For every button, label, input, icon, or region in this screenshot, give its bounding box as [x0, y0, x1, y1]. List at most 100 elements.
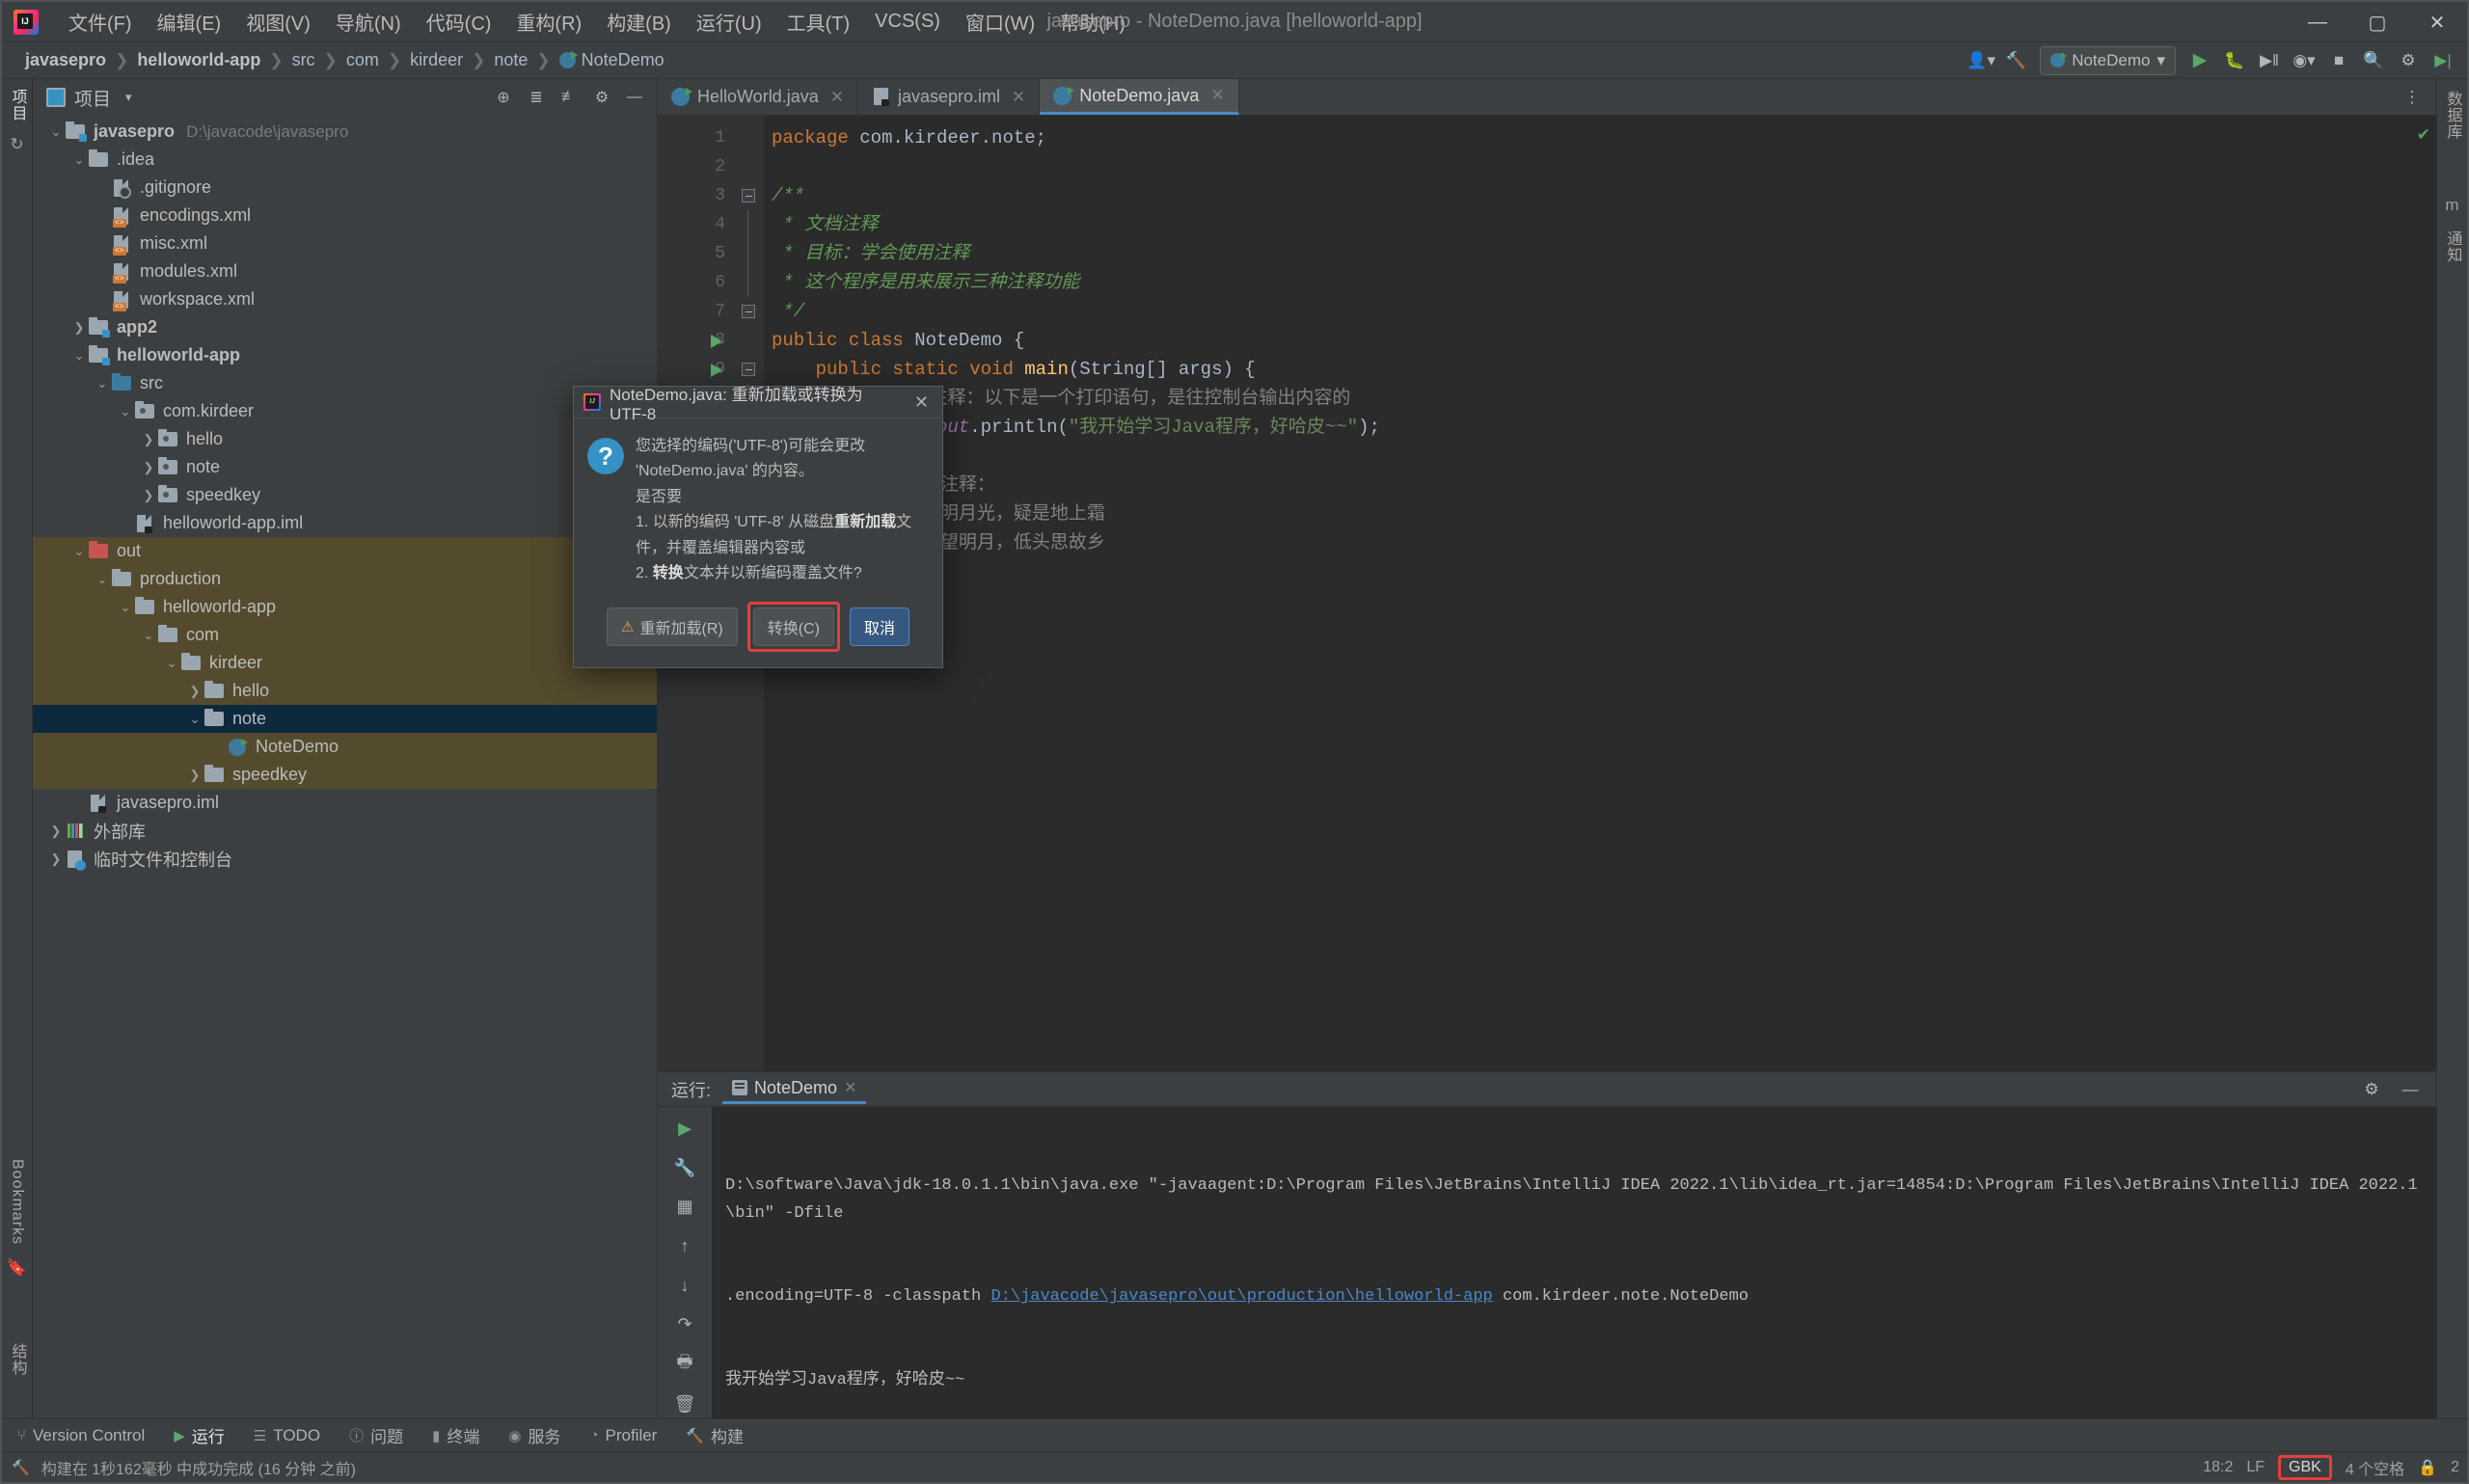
tree-row-encodings.xml[interactable]: encodings.xml: [33, 202, 657, 229]
menu-edit[interactable]: 编辑(E): [145, 4, 234, 40]
cancel-button[interactable]: 取消: [849, 607, 909, 647]
code-line[interactable]: 举头望明月，低头思故乡: [764, 528, 2409, 557]
editor-tab-notedemo[interactable]: NoteDemo.java ✕: [1040, 79, 1239, 115]
console-tab-notedemo[interactable]: NoteDemo ✕: [722, 1075, 867, 1104]
chevron-down-icon[interactable]: ⌄: [116, 600, 135, 615]
tree-row-production[interactable]: ⌄ production: [33, 565, 657, 593]
tree-row-hello[interactable]: ❯ hello: [33, 425, 657, 453]
error-count[interactable]: 2: [2451, 1459, 2459, 1476]
line-separator[interactable]: LF: [2246, 1459, 2265, 1476]
bottom-tab-todo[interactable]: ☰ TODO: [248, 1423, 326, 1448]
code-line[interactable]: [764, 152, 2409, 181]
chevron-down-icon[interactable]: ⌄: [93, 376, 112, 391]
breadcrumb-item-file[interactable]: NoteDemo: [554, 48, 670, 72]
menu-tools[interactable]: 工具(T): [774, 4, 863, 40]
strip-item-database[interactable]: 数据库: [2441, 91, 2464, 140]
code-line[interactable]: 多行注释：: [764, 471, 2409, 499]
code-line[interactable]: */: [764, 297, 2409, 326]
build-icon[interactable]: 🔨: [1999, 46, 2032, 75]
code-line[interactable]: }: [764, 586, 2409, 615]
editor-tab-javasepro-iml[interactable]: javasepro.iml ✕: [858, 79, 1041, 115]
coverage-icon[interactable]: ▶‖: [2253, 46, 2286, 75]
fold-toggle-icon[interactable]: [742, 189, 755, 202]
bottom-tab-run[interactable]: ▶ 运行: [168, 1420, 231, 1450]
run-gutter-icon[interactable]: [711, 335, 722, 348]
breadcrumb-item-com[interactable]: com: [340, 48, 385, 72]
tree-row-kirdeer[interactable]: ⌄ kirdeer: [33, 649, 657, 677]
bottom-tab-problems[interactable]: ⓘ 问题: [343, 1420, 409, 1450]
fold-toggle-icon[interactable]: [742, 363, 755, 376]
chevron-down-icon[interactable]: ⌄: [69, 544, 89, 559]
chevron-right-icon[interactable]: ❯: [139, 460, 158, 475]
close-icon[interactable]: ✕: [1210, 86, 1224, 105]
chevron-down-icon[interactable]: ⌄: [69, 152, 89, 168]
tree-row-javasepro[interactable]: ⌄ javasepro D:\javacode\javasepro: [33, 118, 657, 146]
tree-row-out[interactable]: ⌄ out: [33, 537, 657, 565]
close-icon[interactable]: ✕: [1012, 88, 1025, 107]
chevron-right-icon[interactable]: ❯: [139, 488, 158, 503]
menu-refactor[interactable]: 重构(R): [503, 4, 594, 40]
menu-vcs[interactable]: VCS(S): [862, 7, 953, 37]
tree-row-workspace.xml[interactable]: workspace.xml: [33, 285, 657, 313]
code-content[interactable]: package com.kirdeer.note; /** * 文档注释 * 目…: [764, 116, 2409, 1071]
code-line[interactable]: package com.kirdeer.note;: [764, 123, 2409, 152]
classpath-link[interactable]: D:\javacode\javasepro\out\production\hel…: [990, 1287, 1492, 1306]
chevron-right-icon[interactable]: ❯: [69, 320, 89, 336]
menu-run[interactable]: 运行(U): [684, 4, 774, 40]
hide-icon[interactable]: —: [2394, 1075, 2427, 1104]
breadcrumb-item-src[interactable]: src: [286, 48, 321, 72]
code-line[interactable]: // 单行注释：以下是一个打印语句，是往控制台输出内容的: [764, 384, 2409, 413]
chevron-down-icon[interactable]: ⌄: [139, 628, 158, 643]
tree-row-note[interactable]: ❯ note: [33, 453, 657, 481]
lock-icon[interactable]: 🔒: [2418, 1458, 2437, 1477]
code-line[interactable]: * 文档注释: [764, 210, 2409, 239]
caret-position[interactable]: 18:2: [2203, 1459, 2233, 1476]
code-line[interactable]: /**: [764, 181, 2409, 210]
bottom-tab-build[interactable]: 🔨 构建: [680, 1420, 749, 1450]
breadcrumb-item-module[interactable]: helloworld-app: [131, 48, 266, 72]
commit-icon[interactable]: ↻: [10, 135, 23, 154]
close-icon[interactable]: ✕: [844, 1078, 856, 1097]
maximize-button[interactable]: ▢: [2347, 2, 2407, 42]
chevron-down-icon[interactable]: ⌄: [162, 656, 181, 671]
strip-item-notifications[interactable]: 通知: [2441, 230, 2464, 263]
reload-button[interactable]: ⚠ 重新加载(R): [607, 607, 738, 647]
gear-icon[interactable]: ⚙: [2355, 1075, 2388, 1104]
code-line[interactable]: 床前明月光，疑是地上霜: [764, 499, 2409, 528]
strip-item-project[interactable]: 项目: [6, 89, 29, 121]
trash-icon[interactable]: 🗑: [668, 1390, 701, 1418]
profile-icon[interactable]: ◉▾: [2288, 46, 2320, 75]
project-tree[interactable]: ⌄ javasepro D:\javacode\javasepro ⌄ .idea .gi…: [33, 116, 657, 1418]
tree-row-misc.xml[interactable]: misc.xml: [33, 229, 657, 257]
fold-toggle-icon[interactable]: [742, 305, 755, 318]
more-options-icon[interactable]: ⋮: [2396, 83, 2428, 112]
debug-icon[interactable]: 🐛: [2218, 46, 2251, 75]
scroll-down-icon[interactable]: ↓: [668, 1272, 701, 1300]
bottom-tab-services[interactable]: ◉ 服务: [502, 1420, 566, 1450]
tree-row-src[interactable]: ⌄ src: [33, 369, 657, 397]
convert-button[interactable]: 转换(C): [752, 607, 834, 647]
print-icon[interactable]: 🖶: [668, 1350, 701, 1379]
gear-icon[interactable]: ⚙: [2392, 46, 2425, 75]
menu-code[interactable]: 代码(C): [414, 4, 504, 40]
encoding-conversion-dialog[interactable]: NoteDemo.java: 重新加载或转换为 UTF-8 ✕ ? 您选择的编码…: [573, 386, 943, 669]
tree-row-[interactable]: ❯ 外部库: [33, 817, 657, 845]
tree-row-helloworld-app.iml[interactable]: helloworld-app.iml: [33, 509, 657, 537]
run-gutter-icon[interactable]: [711, 364, 722, 377]
rerun-button[interactable]: ▶: [668, 1115, 701, 1143]
file-encoding[interactable]: GBK: [2278, 1454, 2332, 1480]
maven-icon[interactable]: m: [2445, 196, 2458, 215]
strip-item-structure[interactable]: 结构: [6, 1343, 29, 1376]
bottom-tab-version-control[interactable]: ⑂ Version Control: [12, 1423, 150, 1448]
strip-item-bookmarks[interactable]: Bookmarks: [9, 1159, 26, 1245]
tree-row-com.kirdeer[interactable]: ⌄ com.kirdeer: [33, 397, 657, 425]
breadcrumb-item-note[interactable]: note: [488, 48, 533, 72]
chevron-right-icon[interactable]: ❯: [185, 684, 204, 699]
expand-all-icon[interactable]: ≣: [522, 84, 551, 111]
search-icon[interactable]: 🔍: [2357, 46, 2390, 75]
chevron-down-icon[interactable]: ⌄: [69, 348, 89, 364]
tree-row-note[interactable]: ⌄ note: [33, 705, 657, 733]
run-button[interactable]: ▶: [2184, 46, 2216, 75]
tree-row-app2[interactable]: ❯ app2: [33, 313, 657, 341]
bookmark-icon[interactable]: 🔖: [7, 1258, 27, 1278]
